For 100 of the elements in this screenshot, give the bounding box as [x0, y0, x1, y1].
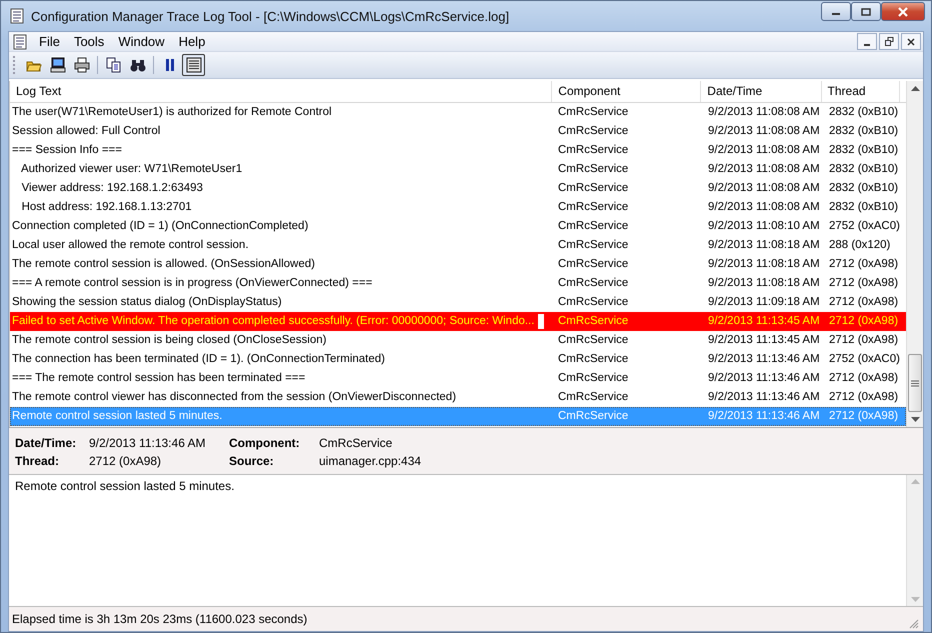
- column-header[interactable]: Date/Time: [701, 81, 822, 102]
- window-icon: [186, 57, 202, 73]
- table-cell-text: 9/2/2013 11:08:08 AM: [708, 143, 820, 158]
- log-row[interactable]: The remote control viewer has disconnected from the session (OnViewerDisconnected) CmRcService 9/2/2013 11:13:46 AM 2712 (0xA98): [10, 388, 906, 407]
- table-cell-text: Authorized viewer user: W71\RemoteUser1: [20, 162, 242, 177]
- table-cell-text: The remote control session is allowed. (OnSessionAllowed): [12, 257, 315, 272]
- table-cell-text: Connection completed (ID = 1) (OnConnectionCompleted): [12, 219, 308, 234]
- restore-icon: [884, 37, 894, 46]
- table-cell-text: 2832 (0xB10): [829, 124, 898, 139]
- log-row[interactable]: The connection has been terminated (ID = 1). (OnConnectionTerminated) CmRcService 9/2/2013 11:13:46 AM 2752 (0xAC0): [10, 350, 906, 369]
- log-row[interactable]: Showing the session status dialog (OnDisplayStatus) CmRcService 9/2/2013 11:09:18 AM 2712 (0xA98): [10, 293, 906, 312]
- table-cell-text: 2712 (0xA98): [829, 390, 898, 405]
- log-row[interactable]: Viewer address: 192.168.1.2:63493 CmRcService 9/2/2013 11:08:08 AM 2832 (0xB10): [10, 179, 906, 198]
- menu-item[interactable]: Help: [172, 34, 212, 49]
- table-cell-text: 288 (0x120): [829, 238, 890, 253]
- table-cell-text: 9/2/2013 11:08:08 AM: [708, 181, 820, 196]
- maximize-icon: [861, 8, 871, 16]
- table-cell-text: CmRcService: [558, 162, 628, 177]
- minimize-button[interactable]: [857, 33, 877, 50]
- log-row[interactable]: The remote control session is being closed (OnCloseSession) CmRcService 9/2/2013 11:13:45 AM 2712 (0xA98): [10, 331, 906, 350]
- table-cell-text: 9/2/2013 11:08:18 AM: [708, 257, 820, 272]
- binoculars-icon: [130, 57, 146, 73]
- table-cell-text: 2752 (0xAC0): [829, 352, 900, 367]
- table-cell-text: CmRcService: [558, 314, 628, 329]
- toolbar-button[interactable]: [182, 54, 205, 76]
- table-cell-text: CmRcService: [558, 219, 628, 234]
- table-cell-text: CmRcService: [558, 200, 628, 215]
- column-header[interactable]: Thread: [822, 81, 900, 102]
- table-cell-text: 2832 (0xB10): [829, 162, 898, 177]
- table-cell-text: Session allowed: Full Control: [12, 124, 160, 139]
- log-row[interactable]: === The remote control session has been terminated === CmRcService 9/2/2013 11:13:46 AM 2712 (0xA98): [10, 369, 906, 388]
- table-cell-text: CmRcService: [558, 390, 628, 405]
- scrollbar[interactable]: [906, 81, 923, 427]
- table-cell-text: CmRcService: [558, 352, 628, 367]
- table-cell-text: 2712 (0xA98): [829, 371, 898, 386]
- field-label: Date/Time:: [15, 436, 78, 450]
- table-cell-text: CmRcService: [558, 276, 628, 291]
- table-cell-text: 9/2/2013 11:13:45 AM: [708, 314, 820, 329]
- menu-item[interactable]: Window: [111, 34, 172, 49]
- table-cell-text: CmRcService: [558, 333, 628, 348]
- document-icon: [9, 8, 25, 24]
- log-row[interactable]: The user(W71\RemoteUser1) is authorized for Remote Control CmRcService 9/2/2013 11:08:08 AM 2832 (0xB10): [10, 103, 906, 122]
- field-label: Source:: [229, 454, 275, 468]
- log-row[interactable]: Failed to set Active Window. The operation completed successfully. (Error: 00000000; Source: Windo... CmRcService 9/2/2013 11:13:45 AM 2712 (0xA98): [10, 312, 906, 331]
- table-cell-text: 9/2/2013 11:13:46 AM: [708, 371, 820, 386]
- log-row[interactable]: Local user allowed the remote control session. CmRcService 9/2/2013 11:08:18 AM 288 (0x120): [10, 236, 906, 255]
- column-header[interactable]: Component: [552, 81, 702, 102]
- table-cell-text: 9/2/2013 11:13:46 AM: [708, 409, 820, 424]
- column-header[interactable]: Log Text: [10, 81, 552, 102]
- close-icon: [897, 6, 909, 16]
- log-row[interactable]: The remote control session is allowed. (OnSessionAllowed) CmRcService 9/2/2013 11:08:18 AM 2712 (0xA98): [10, 255, 906, 274]
- table-cell-text: 9/2/2013 11:13:45 AM: [708, 333, 820, 348]
- close-button[interactable]: [901, 33, 921, 50]
- table-cell-text: 2712 (0xA98): [829, 333, 898, 348]
- table-cell-text: === The remote control session has been terminated ===: [12, 371, 306, 386]
- menu-item[interactable]: Tools: [66, 34, 112, 49]
- log-row[interactable]: === Session Info === CmRcService 9/2/2013 11:08:08 AM 2832 (0xB10): [10, 141, 906, 160]
- log-row[interactable]: Session allowed: Full Control CmRcService 9/2/2013 11:08:08 AM 2832 (0xB10): [10, 122, 906, 141]
- menu-item[interactable]: File: [32, 34, 67, 49]
- table-cell-text: CmRcService: [558, 124, 628, 139]
- table-cell-text: CmRcService: [558, 143, 628, 158]
- log-row[interactable]: === A remote control session is in progress (OnViewerConnected) === CmRcService 9/2/2013 11:08:18 AM 2712 (0xA98): [10, 274, 906, 293]
- restore-button[interactable]: [879, 33, 899, 50]
- field-value: 2712 (0xA98): [89, 454, 162, 468]
- field-label: Component:: [229, 436, 301, 450]
- arrow-down-icon[interactable]: [910, 417, 920, 422]
- field-value: 9/2/2013 11:13:46 AM: [89, 436, 207, 450]
- table-cell-text: 9/2/2013 11:08:10 AM: [708, 219, 820, 234]
- table-cell-text: 9/2/2013 11:13:46 AM: [708, 390, 820, 405]
- status-text: Elapsed time is 3h 13m 20s 23ms (11600.023 seconds): [12, 612, 308, 626]
- table-cell-text: 9/2/2013 11:13:46 AM: [708, 352, 820, 367]
- table-cell-text: 9/2/2013 11:08:08 AM: [708, 162, 820, 177]
- table-cell-text: 2832 (0xB10): [829, 200, 898, 215]
- table-cell-text: Failed to set Active Window. The operation completed successfully. (Error: 00000000; Source: Windo...: [12, 314, 534, 329]
- table-cell-text: 2712 (0xA98): [829, 295, 898, 310]
- scroll-thumb[interactable]: [908, 354, 922, 412]
- printer-icon: [74, 57, 90, 73]
- maximize-button[interactable]: [851, 2, 881, 21]
- window-title: Configuration Manager Trace Log Tool - [C:\Windows\CCM\Logs\CmRcService.log]: [31, 8, 510, 24]
- table-cell-text: Showing the session status dialog (OnDisplayStatus): [12, 295, 282, 310]
- close-button[interactable]: [881, 2, 925, 21]
- resize-grip-icon[interactable]: [909, 619, 919, 629]
- table-cell-text: 2712 (0xA98): [829, 409, 898, 424]
- table-cell-text: CmRcService: [558, 371, 628, 386]
- table-cell-text: 9/2/2013 11:08:18 AM: [708, 276, 820, 291]
- table-cell-text: CmRcService: [558, 181, 628, 196]
- field-value: uimanager.cpp:434: [319, 454, 422, 468]
- table-cell-text: CmRcService: [558, 257, 628, 272]
- minimize-icon: [864, 44, 870, 46]
- copy-icon: [106, 57, 122, 73]
- minimize-button[interactable]: [821, 2, 851, 21]
- marker-icon: [538, 314, 544, 329]
- table-cell-text: The connection has been terminated (ID = 1). (OnConnectionTerminated): [12, 352, 385, 367]
- log-row[interactable]: Host address: 192.168.1.13:2701 CmRcService 9/2/2013 11:08:08 AM 2832 (0xB10): [10, 198, 906, 217]
- table-cell-text: 9/2/2013 11:08:08 AM: [708, 200, 820, 215]
- arrow-up-icon[interactable]: [910, 86, 920, 91]
- table-cell-text: 2712 (0xA98): [829, 257, 898, 272]
- log-row[interactable]: Authorized viewer user: W71\RemoteUser1 CmRcService 9/2/2013 11:08:08 AM 2832 (0xB10): [10, 160, 906, 179]
- log-row[interactable]: Connection completed (ID = 1) (OnConnectionCompleted) CmRcService 9/2/2013 11:08:10 AM 2752 (0xAC0): [10, 217, 906, 236]
- table-cell-text: 9/2/2013 11:08:18 AM: [708, 238, 820, 253]
